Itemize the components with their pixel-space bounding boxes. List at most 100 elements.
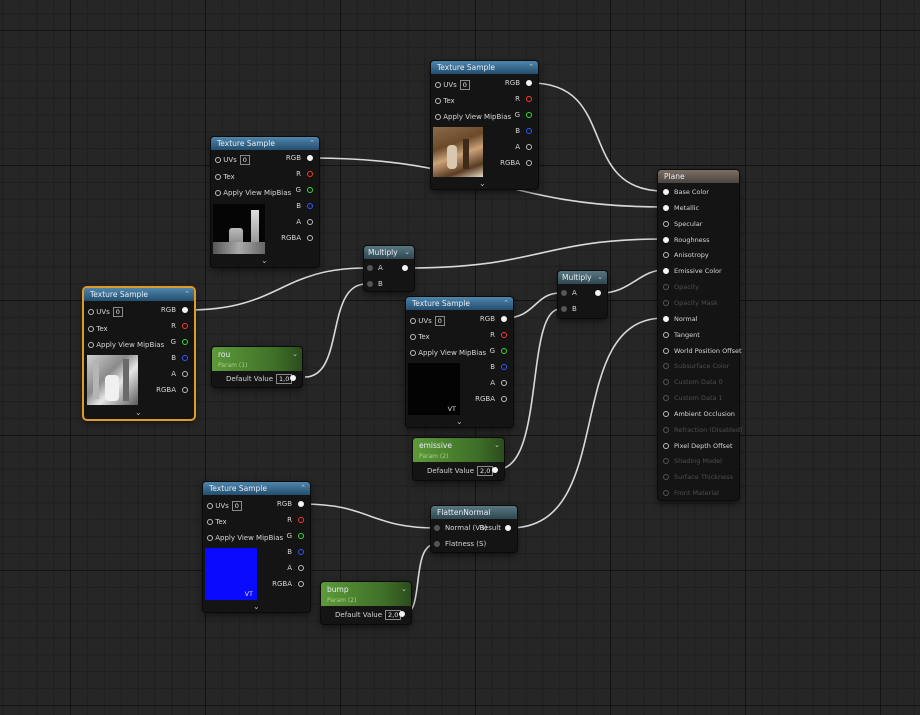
collapse-arrow-icon[interactable]: ⌄ (292, 349, 298, 360)
param-output-pin-icon[interactable] (399, 611, 405, 617)
rgb-output-pin-icon[interactable] (526, 80, 532, 86)
collapse-arrow-icon[interactable]: ⌃ (300, 482, 306, 495)
material-input-pin-icon[interactable] (663, 474, 669, 481)
material-input-pin-icon[interactable] (663, 252, 669, 259)
rgb-output-pin-icon[interactable] (182, 307, 188, 313)
node-header[interactable]: Texture Sample ⌃ (406, 297, 513, 310)
texture-sample-node-bottom[interactable]: Texture Sample ⌃ UVs 0 Tex Apply View MipB… (203, 482, 310, 612)
material-input-pin-icon[interactable] (663, 189, 669, 195)
rgb-output-pin-icon[interactable] (307, 155, 313, 161)
scalar-parameter-node-emissive[interactable]: emissive Param (2) ⌄ Default Value 2,0 (413, 438, 504, 480)
multiply-output-pin-icon[interactable] (595, 290, 601, 296)
r-output-pin-icon[interactable] (501, 332, 507, 338)
input-pin-icon[interactable] (410, 350, 416, 356)
node-header[interactable]: Multiply ⌄ (364, 246, 414, 259)
node-header[interactable]: Texture Sample ⌃ (431, 61, 538, 74)
material-input-pin-icon[interactable] (663, 284, 669, 291)
multiply-node-1[interactable]: Multiply ⌄ A B (364, 246, 414, 291)
input-pin-icon[interactable] (207, 503, 213, 509)
r-output-pin-icon[interactable] (182, 323, 188, 329)
a-output-pin-icon[interactable] (182, 371, 188, 377)
a-output-pin-icon[interactable] (501, 380, 507, 386)
collapse-arrow-icon[interactable]: ⌄ (401, 584, 407, 595)
input-pin-icon[interactable] (435, 114, 441, 120)
node-header[interactable]: rou Param (1) ⌄ (212, 347, 302, 371)
b-output-pin-icon[interactable] (526, 128, 532, 134)
uvs-value[interactable]: 0 (231, 501, 242, 511)
b-input-pin-icon[interactable] (561, 306, 567, 312)
texture-sample-node-selected[interactable]: Texture Sample ⌃ UVs 0 Tex Apply View MipB… (84, 288, 194, 419)
result-output-pin-icon[interactable] (505, 525, 511, 531)
input-pin-icon[interactable] (88, 326, 94, 332)
a-input-pin-icon[interactable] (561, 290, 567, 296)
b-output-pin-icon[interactable] (298, 549, 304, 555)
input-pin-icon[interactable] (207, 535, 213, 541)
input-pin-icon[interactable] (88, 309, 94, 315)
expand-chevron-icon[interactable]: ⌄ (261, 256, 268, 265)
rgb-output-pin-icon[interactable] (501, 316, 507, 322)
r-output-pin-icon[interactable] (307, 171, 313, 177)
r-output-pin-icon[interactable] (526, 96, 532, 102)
scalar-parameter-node-rou[interactable]: rou Param (1) ⌄ Default Value 1,0 (212, 347, 302, 387)
collapse-arrow-icon[interactable]: ⌄ (404, 246, 410, 259)
material-input-pin-icon[interactable] (663, 347, 669, 354)
texture-sample-node-top[interactable]: Texture Sample ⌃ UVs 0 Tex Apply View MipB… (431, 61, 538, 189)
g-output-pin-icon[interactable] (298, 533, 304, 539)
material-input-pin-icon[interactable] (663, 299, 669, 306)
material-input-pin-icon[interactable] (663, 220, 669, 227)
rgb-output-pin-icon[interactable] (298, 501, 304, 507)
collapse-arrow-icon[interactable]: ⌃ (184, 288, 190, 301)
material-input-pin-icon[interactable] (663, 315, 669, 322)
node-header[interactable]: Texture Sample ⌃ (84, 288, 194, 301)
material-input-pin-icon[interactable] (663, 236, 669, 243)
a-output-pin-icon[interactable] (307, 219, 313, 225)
uvs-value[interactable]: 0 (434, 316, 445, 326)
material-input-pin-icon[interactable] (663, 395, 669, 402)
material-input-pin-icon[interactable] (663, 490, 669, 497)
normal-input-pin-icon[interactable] (434, 525, 440, 531)
node-header[interactable]: Texture Sample ⌃ (203, 482, 310, 495)
material-input-pin-icon[interactable] (663, 458, 669, 465)
expand-chevron-icon[interactable]: ⌄ (456, 417, 463, 426)
node-header[interactable]: emissive Param (2) ⌄ (413, 438, 504, 462)
b-output-pin-icon[interactable] (182, 355, 188, 361)
b-output-pin-icon[interactable] (307, 203, 313, 209)
g-output-pin-icon[interactable] (307, 187, 313, 193)
input-pin-icon[interactable] (207, 519, 213, 525)
expand-chevron-icon[interactable]: ⌄ (253, 602, 260, 611)
param-output-pin-icon[interactable] (290, 375, 296, 381)
expand-chevron-icon[interactable]: ⌄ (135, 408, 142, 417)
material-input-pin-icon[interactable] (663, 410, 669, 417)
node-header[interactable]: Texture Sample ⌃ (211, 137, 319, 150)
material-input-pin-icon[interactable] (663, 363, 669, 370)
collapse-arrow-icon[interactable]: ⌄ (494, 440, 500, 451)
input-pin-icon[interactable] (88, 342, 94, 348)
rgba-output-pin-icon[interactable] (526, 160, 532, 166)
g-output-pin-icon[interactable] (526, 112, 532, 118)
collapse-arrow-icon[interactable]: ⌃ (503, 297, 509, 310)
material-result-node-plane[interactable]: Plane Base Color Metallic Specular Roughnes… (658, 170, 743, 500)
texture-sample-node-upper-left[interactable]: Texture Sample ⌃ UVs 0 Tex Apply View MipB… (211, 137, 319, 267)
rgba-output-pin-icon[interactable] (182, 387, 188, 393)
uvs-value[interactable]: 0 (239, 155, 250, 165)
material-input-pin-icon[interactable] (663, 379, 669, 386)
rgba-output-pin-icon[interactable] (501, 396, 507, 402)
input-pin-icon[interactable] (435, 98, 441, 104)
multiply-node-2[interactable]: Multiply ⌄ A B (558, 271, 607, 318)
expand-chevron-icon[interactable]: ⌄ (479, 179, 486, 188)
uvs-value[interactable]: 0 (459, 80, 470, 90)
node-header[interactable]: bump Param (2) ⌄ (321, 582, 411, 606)
collapse-arrow-icon[interactable]: ⌄ (597, 271, 603, 284)
texture-sample-node-middle[interactable]: Texture Sample ⌃ UVs 0 Tex Apply View MipB… (406, 297, 513, 427)
r-output-pin-icon[interactable] (298, 517, 304, 523)
material-input-pin-icon[interactable] (663, 442, 669, 449)
flatness-input-pin-icon[interactable] (434, 541, 440, 547)
material-input-pin-icon[interactable] (663, 268, 669, 275)
a-input-pin-icon[interactable] (367, 265, 373, 271)
input-pin-icon[interactable] (410, 334, 416, 340)
default-value-field[interactable]: 2,0 (477, 466, 494, 476)
flatten-normal-node[interactable]: FlattenNormal Normal (V3) Flatness (S) R… (431, 506, 517, 552)
b-output-pin-icon[interactable] (501, 364, 507, 370)
b-input-pin-icon[interactable] (367, 281, 373, 287)
collapse-arrow-icon[interactable]: ⌃ (528, 61, 534, 74)
